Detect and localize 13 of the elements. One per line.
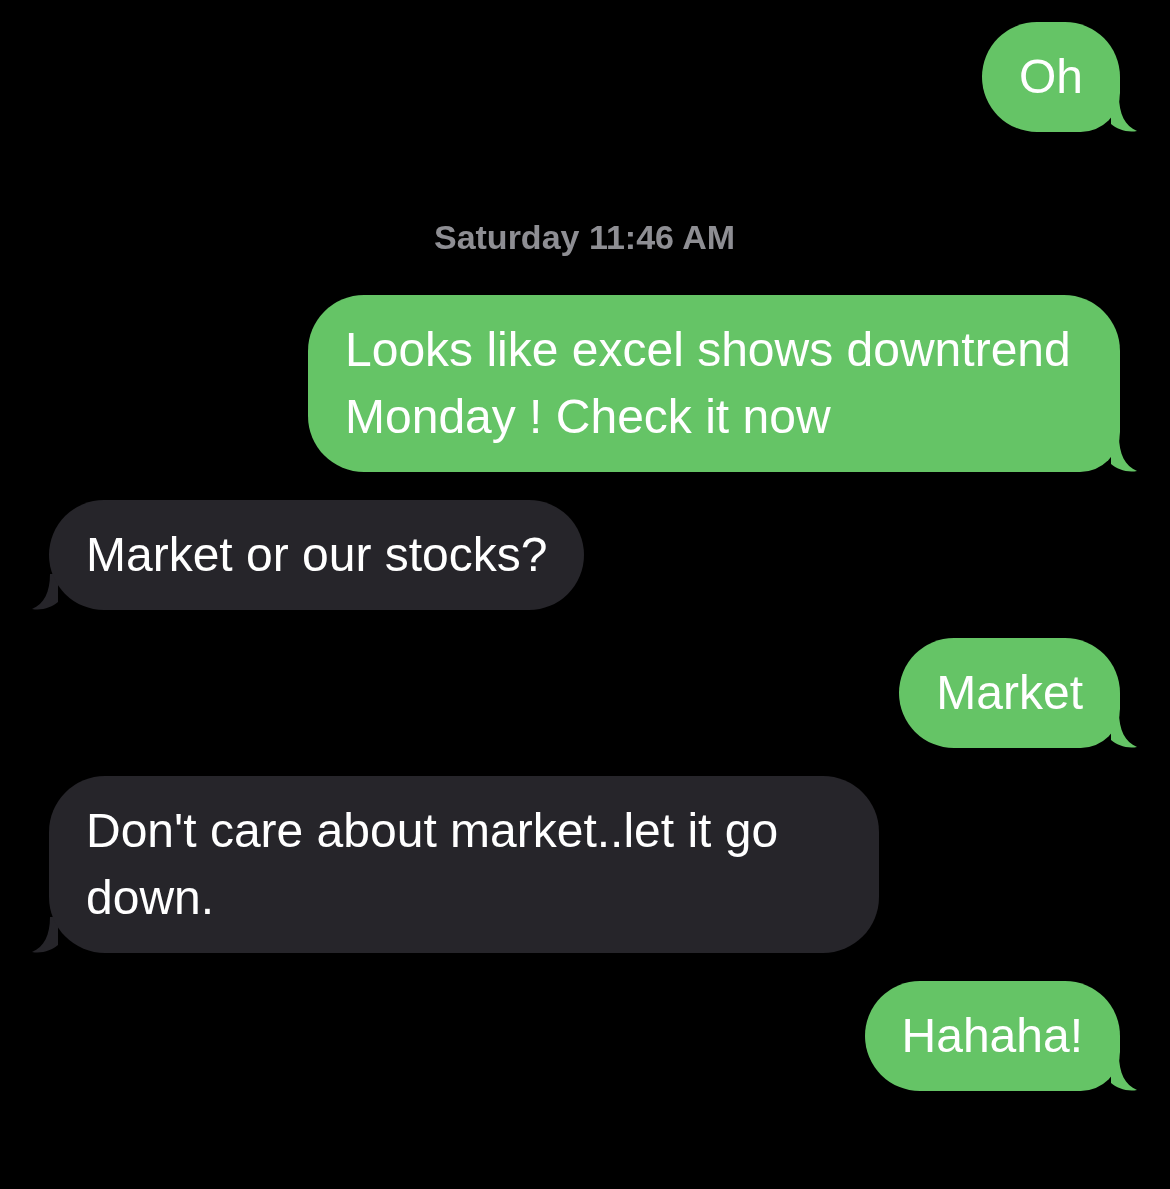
bubble-tail [32,574,58,610]
received-message-bubble: Market or our stocks? [49,500,585,610]
received-message-bubble: Don't care about market..let it go down. [49,776,879,953]
bubble-tail [1111,96,1137,132]
sent-message-bubble: Market [899,638,1120,748]
sent-message-bubble: Looks like excel shows downtrend Monday ! Check it now [308,295,1120,472]
bubble-tail [1111,712,1137,748]
sent-message-bubble: Hahaha! [864,981,1120,1091]
timestamp: Saturday 11:46 AM [433,218,736,257]
bubble-tail [32,917,58,953]
bubble-tail [1111,1055,1137,1091]
bubble-tail [1111,436,1137,472]
sent-message-bubble: Oh [981,22,1120,132]
